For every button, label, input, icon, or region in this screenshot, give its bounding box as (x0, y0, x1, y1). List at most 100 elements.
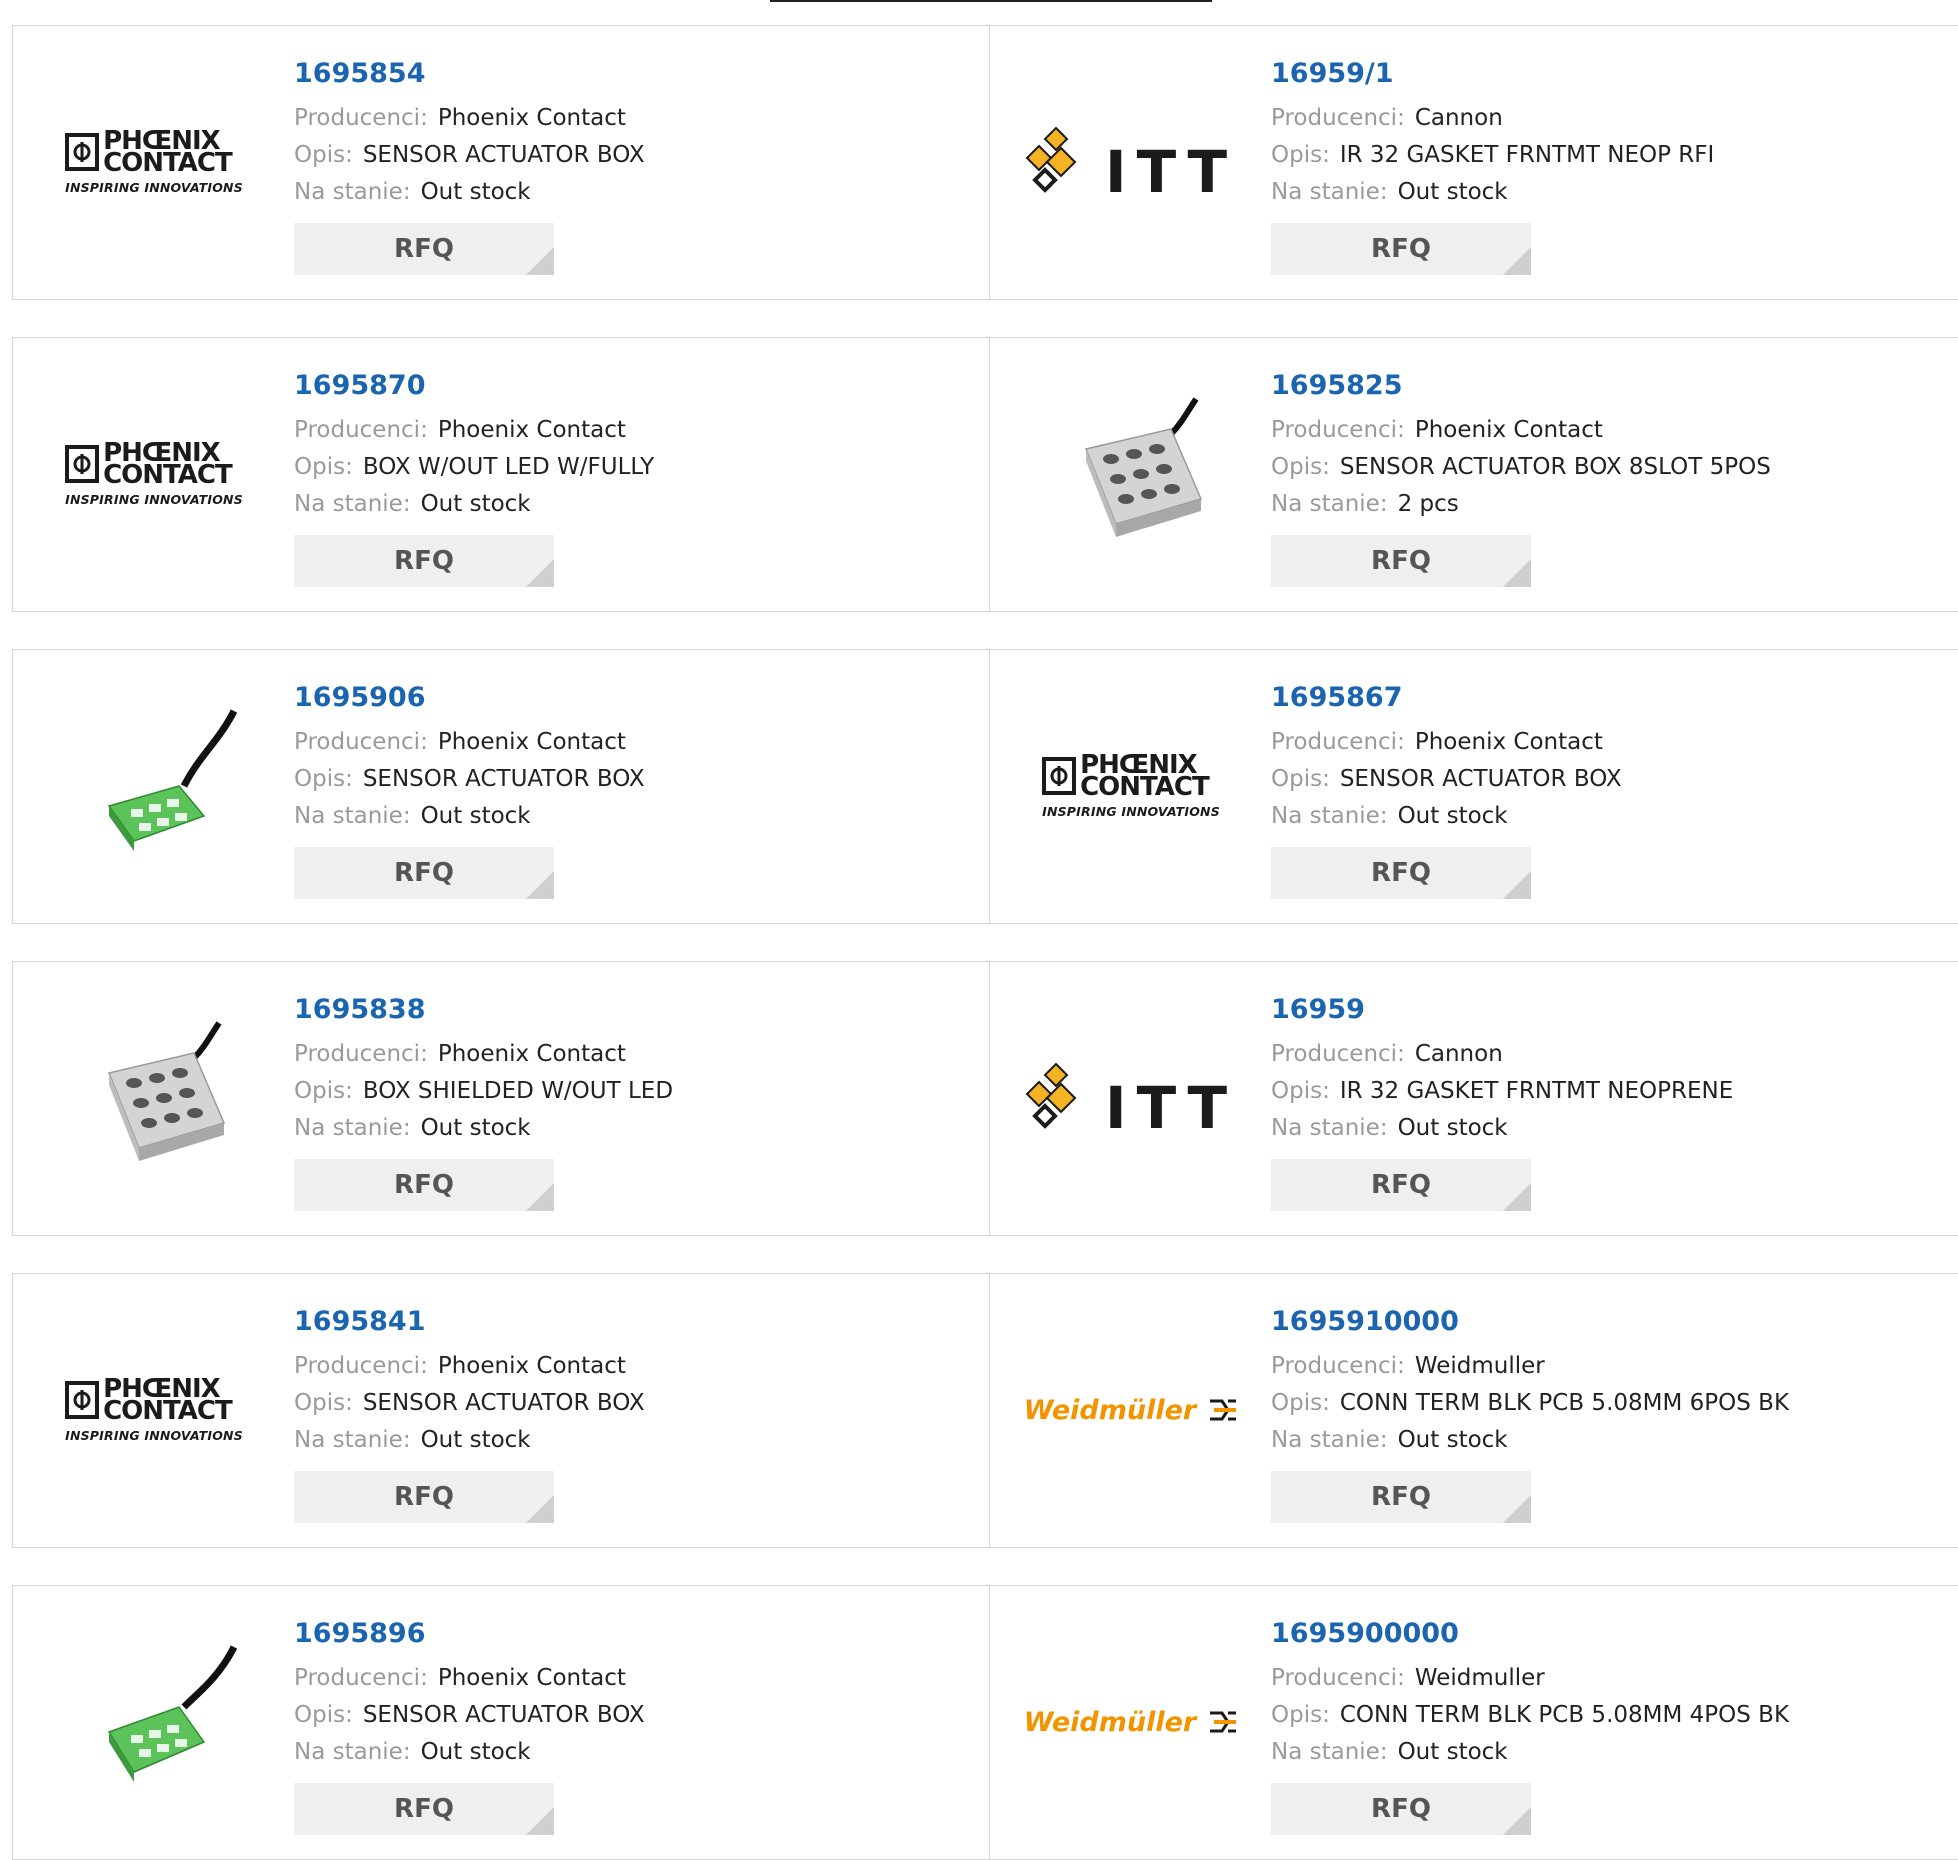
description-row: Opis: IR 32 GASKET FRNTMT NEOP RFI (1271, 137, 1714, 174)
stock-value: Out stock (420, 1427, 531, 1453)
rfq-button[interactable]: RFQ (294, 223, 554, 275)
product-card: 1695896 Producenci: Phoenix Contact Opis:… (12, 1585, 990, 1860)
phoenix-contact-logo: PHŒNIX CONTACT INSPIRING INNOVATIONS (1042, 749, 1220, 819)
product-info: 1695867 Producenci: Phoenix Contact Opis:… (1271, 680, 1622, 899)
rfq-button[interactable]: RFQ (1271, 1783, 1531, 1835)
rfq-label: RFQ (1371, 1170, 1431, 1200)
description-row: Opis: SENSOR ACTUATOR BOX (294, 1385, 645, 1422)
manufacturer-value: Phoenix Contact (437, 729, 626, 755)
product-info: 16959/1 Producenci: Cannon Opis: IR 32 GAS… (1271, 56, 1714, 275)
manufacturer-value: Phoenix Contact (437, 105, 626, 131)
rfq-corner-decoration (526, 871, 554, 899)
manufacturer-value: Phoenix Contact (437, 1041, 626, 1067)
product-image[interactable]: ITT (1025, 62, 1234, 262)
part-number-link[interactable]: 1695906 (294, 680, 645, 716)
phoenix-contact-logo: PHŒNIX CONTACT INSPIRING INNOVATIONS (65, 437, 243, 507)
rfq-corner-decoration (1503, 559, 1531, 587)
manufacturer-label: Producenci: (1271, 1041, 1405, 1067)
rfq-corner-decoration (526, 1183, 554, 1211)
part-number-link[interactable]: 1695896 (294, 1616, 645, 1652)
product-card: 1695906 Producenci: Phoenix Contact Opis:… (12, 649, 990, 924)
part-number-link[interactable]: 1695841 (294, 1304, 645, 1340)
product-info: 1695825 Producenci: Phoenix Contact Opis:… (1271, 368, 1771, 587)
stock-value: Out stock (1397, 1739, 1508, 1765)
product-image[interactable]: PHŒNIX CONTACT INSPIRING INNOVATIONS (51, 374, 257, 574)
rfq-button[interactable]: RFQ (1271, 1471, 1531, 1523)
rfq-corner-decoration (1503, 1183, 1531, 1211)
part-number-link[interactable]: 16959 (1271, 992, 1733, 1028)
phoenix-mark-icon (65, 1380, 100, 1419)
rfq-label: RFQ (394, 858, 454, 888)
rfq-button[interactable]: RFQ (1271, 535, 1531, 587)
stock-row: Na stanie: Out stock (1271, 1110, 1733, 1147)
manufacturer-value: Phoenix Contact (437, 1353, 626, 1379)
manufacturer-row: Producenci: Phoenix Contact (294, 412, 654, 449)
description-label: Opis: (294, 1702, 353, 1728)
rfq-button[interactable]: RFQ (1271, 223, 1531, 275)
description-value: BOX SHIELDED W/OUT LED (362, 1078, 674, 1104)
product-image[interactable]: PHŒNIX CONTACT INSPIRING INNOVATIONS (51, 62, 257, 262)
rfq-corner-decoration (526, 1807, 554, 1835)
description-value: SENSOR ACTUATOR BOX (362, 1390, 645, 1416)
stock-label: Na stanie: (1271, 1739, 1388, 1765)
weidmuller-logo: Weidmüller (1024, 1707, 1238, 1738)
product-image[interactable]: PHŒNIX CONTACT INSPIRING INNOVATIONS (51, 1310, 257, 1510)
product-info: 16959 Producenci: Cannon Opis: IR 32 GASKE… (1271, 992, 1733, 1211)
stock-row: Na stanie: Out stock (1271, 174, 1714, 211)
grey-sensor-box-icon (107, 1021, 226, 1161)
description-label: Opis: (294, 142, 353, 168)
stock-label: Na stanie: (294, 803, 411, 829)
manufacturer-label: Producenci: (1271, 105, 1405, 131)
rfq-button[interactable]: RFQ (294, 1159, 554, 1211)
description-value: CONN TERM BLK PCB 5.08MM 4POS BK (1339, 1702, 1790, 1728)
rfq-button[interactable]: RFQ (294, 535, 554, 587)
part-number-link[interactable]: 1695900000 (1271, 1616, 1789, 1652)
rfq-button[interactable]: RFQ (294, 1783, 554, 1835)
rfq-button[interactable]: RFQ (1271, 847, 1531, 899)
part-number-link[interactable]: 1695910000 (1271, 1304, 1789, 1340)
green-sensor-box-icon (107, 1645, 238, 1782)
description-row: Opis: SENSOR ACTUATOR BOX (294, 761, 645, 798)
stock-row: Na stanie: Out stock (1271, 1422, 1789, 1459)
stock-row: Na stanie: Out stock (294, 486, 654, 523)
rfq-button[interactable]: RFQ (294, 1471, 554, 1523)
stock-value: Out stock (1397, 1115, 1508, 1141)
product-image[interactable] (51, 998, 257, 1198)
stock-value: Out stock (420, 1115, 531, 1141)
phoenix-mark-icon (65, 444, 100, 483)
rfq-button[interactable]: RFQ (294, 847, 554, 899)
stock-label: Na stanie: (294, 491, 411, 517)
product-card: ITT 16959/1 Producenci: Cannon Opis: IR 32… (989, 25, 1958, 300)
rfq-button[interactable]: RFQ (1271, 1159, 1531, 1211)
stock-value: Out stock (1397, 803, 1508, 829)
itt-diamond-icon (1025, 1062, 1077, 1129)
product-image[interactable]: PHŒNIX CONTACT INSPIRING INNOVATIONS (1028, 686, 1234, 886)
phoenix-contact-logo: PHŒNIX CONTACT INSPIRING INNOVATIONS (65, 1373, 243, 1443)
product-image[interactable]: Weidmüller (1024, 1622, 1237, 1822)
part-number-link[interactable]: 1695870 (294, 368, 654, 404)
description-row: Opis: CONN TERM BLK PCB 5.08MM 6POS BK (1271, 1385, 1789, 1422)
description-row: Opis: CONN TERM BLK PCB 5.08MM 4POS BK (1271, 1697, 1789, 1734)
product-image[interactable] (51, 1622, 257, 1822)
description-label: Opis: (294, 454, 353, 480)
stock-label: Na stanie: (1271, 803, 1388, 829)
product-card: PHŒNIX CONTACT INSPIRING INNOVATIONS 1695… (12, 337, 990, 612)
part-number-link[interactable]: 1695825 (1271, 368, 1771, 404)
part-number-link[interactable]: 1695867 (1271, 680, 1622, 716)
part-number-link[interactable]: 1695854 (294, 56, 645, 92)
manufacturer-label: Producenci: (294, 729, 428, 755)
rfq-label: RFQ (394, 546, 454, 576)
part-number-link[interactable]: 1695838 (294, 992, 673, 1028)
manufacturer-label: Producenci: (294, 417, 428, 443)
product-card: ITT 16959 Producenci: Cannon Opis: IR 32 G… (989, 961, 1958, 1236)
manufacturer-value: Cannon (1414, 1041, 1503, 1067)
rfq-label: RFQ (1371, 546, 1431, 576)
part-number-link[interactable]: 16959/1 (1271, 56, 1714, 92)
description-value: SENSOR ACTUATOR BOX (362, 1702, 645, 1728)
stock-row: Na stanie: Out stock (1271, 798, 1622, 835)
product-image[interactable] (1028, 374, 1234, 574)
description-label: Opis: (1271, 1078, 1330, 1104)
product-image[interactable]: Weidmüller (1024, 1310, 1237, 1510)
product-image[interactable]: ITT (1025, 998, 1234, 1198)
product-image[interactable] (51, 686, 257, 886)
